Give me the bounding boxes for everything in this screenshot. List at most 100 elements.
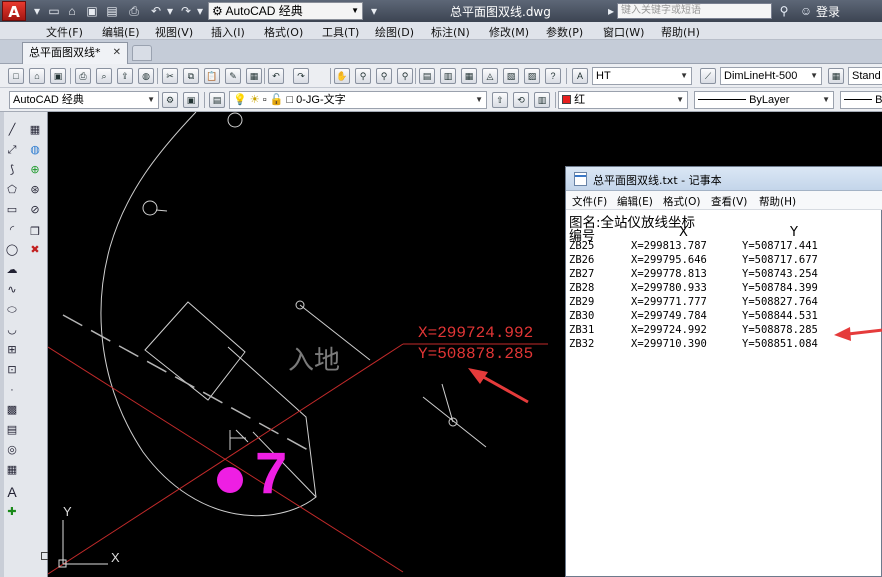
circle-icon[interactable]: ◯	[4, 242, 20, 258]
save-icon[interactable]: ▣	[50, 68, 66, 84]
open-icon[interactable]: ⌂	[29, 68, 45, 84]
tool-palettes-icon[interactable]: ▦	[461, 68, 477, 84]
menu-window[interactable]: 窗口(W)	[603, 24, 644, 40]
notepad-menu-format[interactable]: 格式(O)	[663, 194, 700, 209]
search-input[interactable]: 键入关键字或短语	[617, 3, 772, 19]
menu-edit[interactable]: 编辑(E)	[102, 24, 140, 40]
menu-tools[interactable]: 工具(T)	[322, 24, 359, 40]
insert-block-icon[interactable]: ⊞	[4, 342, 20, 358]
sheet-set-icon[interactable]: ◬	[482, 68, 498, 84]
user-icon[interactable]: ☺	[798, 3, 814, 19]
delete-icon[interactable]: ✖	[27, 242, 43, 258]
new-tab-button[interactable]	[132, 45, 152, 61]
close-icon[interactable]: ✕	[113, 43, 121, 63]
table-style-select[interactable]: Stand	[848, 67, 882, 85]
text-style-icon[interactable]: A	[572, 68, 588, 84]
multiline-text-icon[interactable]: A	[4, 484, 20, 500]
dropdown-arrow-icon[interactable]: ▾	[29, 3, 45, 19]
region-icon[interactable]: ◎	[4, 442, 20, 458]
plot-preview-icon[interactable]: ⌕	[96, 68, 112, 84]
menu-insert[interactable]: 插入(I)	[211, 24, 245, 40]
menu-help[interactable]: 帮助(H)	[661, 24, 700, 40]
design-center-icon[interactable]: ▥	[440, 68, 456, 84]
notepad-menu-edit[interactable]: 编辑(E)	[617, 194, 653, 209]
notepad-title-bar[interactable]: 总平面图双线.txt - 记事本	[566, 167, 882, 191]
open-folder-icon[interactable]: ⌂	[64, 3, 80, 19]
plot-icon[interactable]: ⎙	[75, 68, 91, 84]
publish-icon[interactable]: ⇪	[117, 68, 133, 84]
ellipse-arc-icon[interactable]: ◡	[4, 322, 20, 338]
add-selected-icon[interactable]: ✚	[4, 504, 20, 520]
workspace-select[interactable]: ⚙ AutoCAD 经典 ▼	[208, 2, 363, 20]
dim-style-select[interactable]: DimLineHt-500 ▼	[720, 67, 822, 85]
print-icon[interactable]: ⎙	[126, 3, 142, 19]
new-file-icon[interactable]: ▭	[46, 3, 62, 19]
undo-icon[interactable]: ↶	[268, 68, 284, 84]
notepad-text-area[interactable]: 图名:全站仪放线坐标 编号 X Y ZB25 X=299813.787 Y=50…	[568, 211, 881, 576]
undo-dropdown-icon[interactable]: ▾	[162, 3, 178, 19]
layer-isolate-icon[interactable]: ⊘	[27, 202, 43, 218]
table-icon[interactable]: ▦	[4, 462, 20, 478]
layer-state-icon[interactable]: ▥	[534, 92, 550, 108]
arc-icon[interactable]: ◜	[4, 222, 20, 238]
dim-style-icon[interactable]: ⟋	[700, 68, 716, 84]
gear-icon[interactable]: ⚙	[162, 92, 178, 108]
notepad-menu-help[interactable]: 帮助(H)	[759, 194, 796, 209]
cut-icon[interactable]: ✂	[162, 68, 178, 84]
ellipse-icon[interactable]: ⬭	[4, 302, 20, 318]
layer-select[interactable]: 💡 ☀ ▫ 🔓 □ 0-JG-文字 ▼	[229, 91, 487, 109]
polyline-icon[interactable]: ⟆	[4, 162, 20, 178]
linetype-select[interactable]: ByLayer ▼	[694, 91, 834, 109]
erase-icon[interactable]: ▦	[27, 122, 43, 138]
polygon-icon[interactable]: ⬠	[4, 182, 20, 198]
zoom-previous-icon[interactable]: ⚲	[397, 68, 413, 84]
notepad-menu-view[interactable]: 查看(V)	[711, 194, 747, 209]
text-style-select[interactable]: HT ▼	[592, 67, 692, 85]
layer-previous-icon[interactable]: ⟲	[513, 92, 529, 108]
redo-icon[interactable]: ↷	[293, 68, 309, 84]
notepad-menu-file[interactable]: 文件(F)	[572, 194, 607, 209]
match-properties-icon[interactable]: ✎	[225, 68, 241, 84]
zoom-realtime-icon[interactable]: ⚲	[355, 68, 371, 84]
save-as-icon[interactable]: ▤	[104, 3, 120, 19]
autocad-logo-icon[interactable]: A	[2, 1, 26, 21]
menu-view[interactable]: 视图(V)	[155, 24, 193, 40]
new-icon[interactable]: □	[8, 68, 24, 84]
table-style-icon[interactable]: ▦	[828, 68, 844, 84]
construction-line-icon[interactable]: ⤢	[4, 142, 20, 158]
revision-cloud-icon[interactable]: ☁	[4, 262, 20, 278]
menu-draw[interactable]: 绘图(D)	[375, 24, 414, 40]
paste-icon[interactable]: 📋	[204, 68, 220, 84]
make-block-icon[interactable]: ⊡	[4, 362, 20, 378]
line-icon[interactable]: ╱	[4, 122, 20, 138]
file-tab[interactable]: 总平面图双线* ✕	[22, 42, 128, 64]
hatch-icon[interactable]: ▩	[4, 402, 20, 418]
markup-icon[interactable]: ▧	[503, 68, 519, 84]
pan-hand-icon[interactable]: ✋	[334, 68, 350, 84]
customize-menu-icon[interactable]: ▾	[366, 3, 382, 19]
lineweight-select[interactable]: B	[840, 91, 882, 109]
cube-icon[interactable]: ❒	[27, 224, 43, 240]
menu-file[interactable]: 文件(F)	[46, 24, 83, 40]
workspace-settings-icon[interactable]: ▣	[183, 92, 199, 108]
help-icon[interactable]: ?	[545, 68, 561, 84]
save-icon[interactable]: ▣	[84, 3, 100, 19]
menu-format[interactable]: 格式(O)	[264, 24, 303, 40]
spline-icon[interactable]: ∿	[4, 282, 20, 298]
color-select[interactable]: 红 ▼	[558, 91, 688, 109]
menu-modify[interactable]: 修改(M)	[489, 24, 529, 40]
calculator-icon[interactable]: ▨	[524, 68, 540, 84]
point-icon[interactable]: ·	[4, 382, 20, 398]
globe-grid-icon[interactable]: ⊛	[27, 182, 43, 198]
globe-icon[interactable]: ◍	[27, 142, 43, 158]
3d-print-icon[interactable]: ◍	[138, 68, 154, 84]
login-link[interactable]: 登录	[816, 3, 840, 20]
block-editor-icon[interactable]: ▦	[246, 68, 262, 84]
add-icon[interactable]: ⊕	[27, 162, 43, 178]
binoculars-icon[interactable]: ⚲	[776, 3, 792, 19]
gradient-icon[interactable]: ▤	[4, 422, 20, 438]
menu-parametric[interactable]: 参数(P)	[546, 24, 583, 40]
rectangle-icon[interactable]: ▭	[4, 202, 20, 218]
workspace-combo[interactable]: AutoCAD 经典 ▼	[9, 91, 159, 109]
redo-dropdown-icon[interactable]: ▾	[192, 3, 208, 19]
